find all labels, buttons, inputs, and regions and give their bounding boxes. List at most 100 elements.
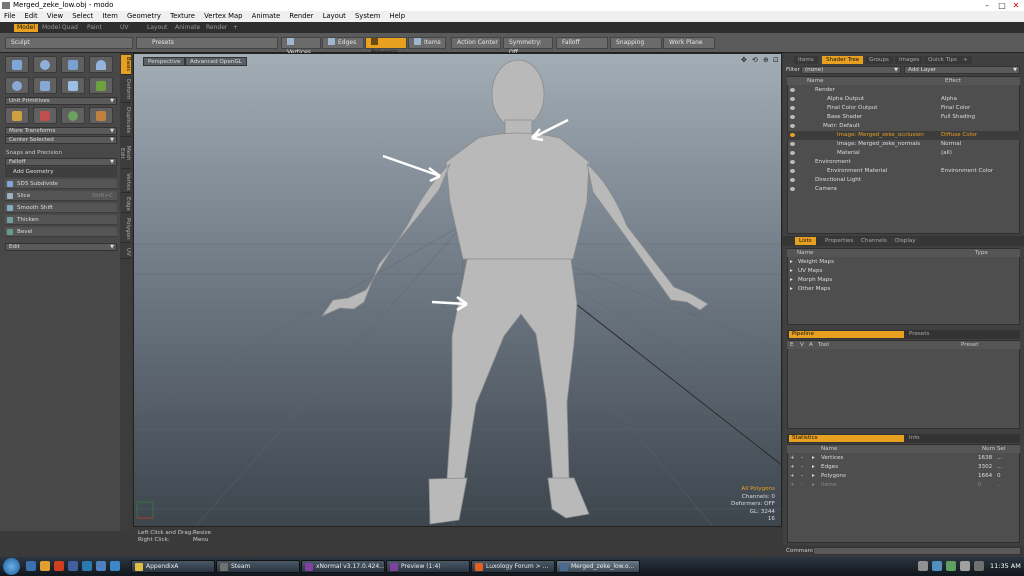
stat-remove-icon[interactable]: - xyxy=(801,454,803,463)
windows-icon[interactable] xyxy=(96,561,106,571)
sculpt-button[interactable]: Sculpt xyxy=(5,37,133,49)
expand-arrow-icon[interactable]: ▸ xyxy=(812,463,815,472)
menu-select[interactable]: Select xyxy=(72,12,93,20)
shader-row[interactable]: Base Shader Full Shading xyxy=(787,113,1020,122)
network-icon[interactable] xyxy=(974,561,984,571)
vtab-duplicate[interactable]: Duplicate xyxy=(121,105,131,137)
viewport-move-icon[interactable]: ✥ xyxy=(741,56,747,64)
vtab-polygon[interactable]: Polygon xyxy=(121,215,131,243)
menu-view[interactable]: View xyxy=(47,12,63,20)
maya-icon[interactable] xyxy=(82,561,92,571)
view-type-dropdown[interactable]: Perspective xyxy=(143,57,186,66)
stat-add-icon[interactable]: + xyxy=(790,481,795,490)
action-center-dropdown[interactable]: Action Center xyxy=(451,37,501,49)
tab-properties[interactable]: Properties xyxy=(821,237,858,245)
expand-arrow-icon[interactable]: ▸ xyxy=(790,267,793,276)
vtab-deform[interactable]: Deform xyxy=(121,77,131,103)
tab-display[interactable]: Display xyxy=(891,237,920,245)
menu-help[interactable]: Help xyxy=(390,12,406,20)
vtab-vertex[interactable]: Vertex xyxy=(121,171,131,193)
add-geometry-header[interactable]: Add Geometry xyxy=(5,167,117,177)
maximize-icon[interactable]: □ xyxy=(995,0,1009,11)
torus-prim-button[interactable] xyxy=(5,77,29,94)
menu-animate[interactable]: Animate xyxy=(252,12,280,20)
explorer-icon[interactable] xyxy=(110,561,120,571)
start-button[interactable] xyxy=(3,558,20,575)
messenger-icon[interactable] xyxy=(68,561,78,571)
tab-pipeline[interactable]: Pipeline xyxy=(789,331,904,338)
tab-shader-tree[interactable]: Shader Tree xyxy=(822,56,864,64)
expand-arrow-icon[interactable]: ▸ xyxy=(812,481,815,490)
media-icon[interactable] xyxy=(54,561,64,571)
plane-prim-button[interactable] xyxy=(61,77,85,94)
list-item[interactable]: ▸ Weight Maps xyxy=(787,258,1020,267)
volume-icon[interactable] xyxy=(960,561,970,571)
taskbar-item[interactable]: Luxology Forum > ... xyxy=(471,560,555,573)
minimize-icon[interactable]: – xyxy=(980,0,994,11)
shader-row[interactable]: Alpha Output Alpha xyxy=(787,95,1020,104)
edit-dropdown[interactable]: Edit xyxy=(5,243,117,251)
tray-icon[interactable] xyxy=(932,561,942,571)
stat-add-icon[interactable]: + xyxy=(790,472,795,481)
viewport-rotate-icon[interactable]: ⟲ xyxy=(752,56,758,64)
stat-add-icon[interactable]: + xyxy=(790,454,795,463)
center-selected-dropdown[interactable]: Center Selected xyxy=(5,136,117,144)
shader-row[interactable]: Environment xyxy=(787,158,1020,167)
shader-row[interactable]: Camera xyxy=(787,185,1020,194)
clock[interactable]: 11:35 AM xyxy=(990,562,1021,570)
rotate-tool-button[interactable] xyxy=(33,107,57,124)
symmetry-dropdown[interactable]: Symmetry: Off xyxy=(503,37,553,56)
tab-statistics[interactable]: Statistics xyxy=(789,435,904,442)
viewport-zoom-icon[interactable]: ⊕ xyxy=(763,56,769,64)
stat-remove-icon[interactable]: - xyxy=(801,481,803,490)
stat-remove-icon[interactable]: - xyxy=(801,472,803,481)
vtab-uv[interactable]: UV xyxy=(121,245,131,259)
menu-render[interactable]: Render xyxy=(289,12,313,20)
shader-row[interactable]: Material (all) xyxy=(787,149,1020,158)
tab-presets[interactable]: Presets xyxy=(906,331,932,338)
visibility-eye-icon[interactable] xyxy=(790,124,795,128)
menu-file[interactable]: File xyxy=(4,12,15,20)
stat-row[interactable]: + - ▸ Vertices 1638... xyxy=(787,454,1020,463)
filter-dropdown[interactable]: (none) ▼ xyxy=(801,66,901,74)
thicken-button[interactable]: Thicken xyxy=(5,215,117,225)
taskbar-item[interactable]: Steam xyxy=(216,560,300,573)
visibility-eye-icon[interactable] xyxy=(790,169,795,173)
folder-icon[interactable] xyxy=(40,561,50,571)
taskbar-item[interactable]: Preview (1:4) xyxy=(386,560,470,573)
vtab-edge[interactable]: Edge xyxy=(121,195,131,213)
tab-images[interactable]: Images xyxy=(895,56,924,64)
list-item[interactable]: ▸ Other Maps xyxy=(787,285,1020,294)
capsule-prim-button[interactable] xyxy=(33,77,57,94)
visibility-eye-icon[interactable] xyxy=(790,160,795,164)
visibility-eye-icon[interactable] xyxy=(790,178,795,182)
menu-texture[interactable]: Texture xyxy=(170,12,195,20)
ie-icon[interactable] xyxy=(26,561,36,571)
menu-layout[interactable]: Layout xyxy=(323,12,346,20)
items-button[interactable]: Items xyxy=(408,37,446,49)
shader-row[interactable]: Directional Light xyxy=(787,176,1020,185)
sds-subdivide-button[interactable]: SDS Subdivide xyxy=(5,179,117,189)
tab-model-quad[interactable]: Model Quad xyxy=(39,24,81,32)
expand-arrow-icon[interactable]: ▸ xyxy=(812,472,815,481)
taskbar-item[interactable]: AppendixA xyxy=(131,560,215,573)
snapping-dropdown[interactable]: Snapping xyxy=(610,37,662,49)
smooth-shift-button[interactable]: Smooth Shift xyxy=(5,203,117,213)
vertices-button[interactable]: Vertices xyxy=(281,37,321,56)
move-tool-button[interactable] xyxy=(5,107,29,124)
menu-system[interactable]: System xyxy=(355,12,380,20)
shader-row[interactable]: Image: Merged_zeke_normals Normal xyxy=(787,140,1020,149)
visibility-eye-icon[interactable] xyxy=(790,133,795,137)
tab-channels[interactable]: Channels xyxy=(857,237,891,245)
expand-arrow-icon[interactable]: ▸ xyxy=(790,276,793,285)
shader-row[interactable]: Environment Material Environment Color xyxy=(787,167,1020,176)
expand-arrow-icon[interactable]: ▸ xyxy=(812,454,815,463)
list-item[interactable]: ▸ UV Maps xyxy=(787,267,1020,276)
viewport-maximize-icon[interactable]: ⊡ xyxy=(773,56,779,64)
bevel-button[interactable]: Bevel xyxy=(5,227,117,237)
unit-primitives-dropdown[interactable]: Unit Primitives xyxy=(5,97,117,105)
tray-icon[interactable] xyxy=(946,561,956,571)
vtab-basic[interactable]: Basic xyxy=(121,55,131,75)
3d-viewport[interactable]: Perspective Advanced OpenGL ✥ ⟲ ⊕ ⊡ All … xyxy=(133,53,782,527)
visibility-eye-icon[interactable] xyxy=(790,106,795,110)
